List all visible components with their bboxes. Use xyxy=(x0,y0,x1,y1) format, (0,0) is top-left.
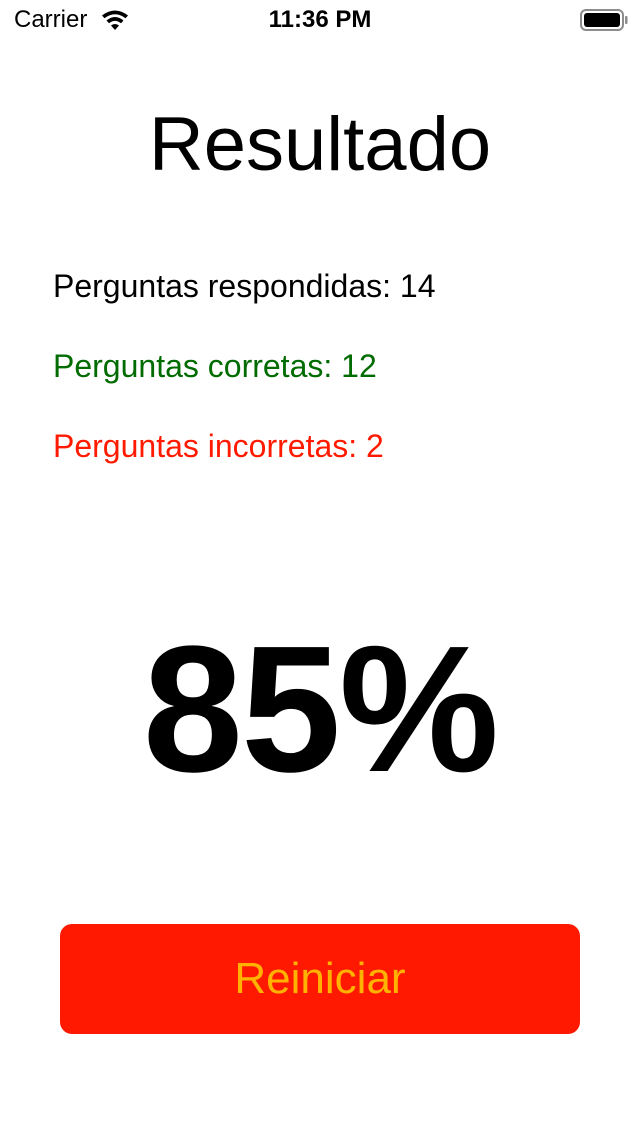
answered-count-label: Perguntas respondidas: 14 xyxy=(53,268,436,304)
score-percentage: 85% xyxy=(142,609,499,810)
battery-icon xyxy=(580,9,628,31)
restart-button-label: Reiniciar xyxy=(234,954,406,1003)
correct-count-label: Perguntas corretas: 12 xyxy=(53,348,377,384)
incorrect-count-label: Perguntas incorretas: 2 xyxy=(53,428,384,464)
clock: 11:36 PM xyxy=(268,6,372,33)
page-title: Resultado xyxy=(148,102,492,187)
restart-button[interactable]: Reiniciar xyxy=(60,924,580,1034)
status-bar: Carrier 11:36 PM xyxy=(0,0,640,40)
